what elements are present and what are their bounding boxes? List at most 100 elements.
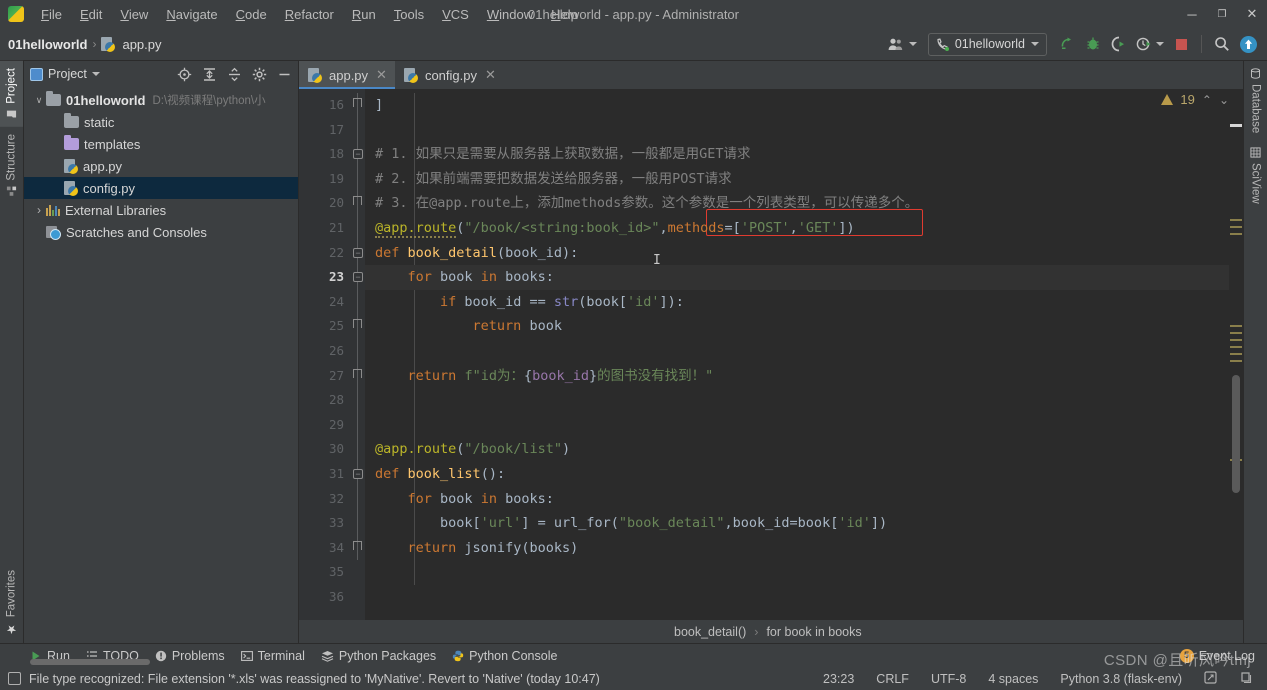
code-line[interactable]: # 3. 在@app.route上，添加methods参数。这个参数是一个列表类… [365,191,1229,216]
fold-cell[interactable] [351,289,365,315]
code-line[interactable]: def book_detail(book_id): [365,241,1229,266]
menu-item-view[interactable]: View [111,4,157,25]
fold-collapse-icon[interactable]: − [353,272,363,283]
editor-breadcrumb-item[interactable]: for book in books [766,625,861,639]
rail-item-database[interactable]: Database [1246,61,1266,140]
code-line[interactable]: ] [365,93,1229,118]
tree-node-scratches-and-consoles[interactable]: Scratches and Consoles [24,221,298,243]
code-folding-gutter[interactable]: − − − − [351,89,365,620]
tree-node-app-py[interactable]: app.py [24,155,298,177]
code-line[interactable] [365,560,1229,585]
fold-end-icon[interactable] [353,540,362,550]
twisty-icon[interactable]: › [32,203,46,217]
close-icon[interactable]: ✕ [485,67,496,83]
menu-item-window[interactable]: Window [478,4,542,25]
run-icon[interactable] [1055,32,1079,56]
git-branch-icon[interactable] [1197,670,1224,687]
code-line[interactable] [365,585,1229,610]
code-line[interactable] [365,413,1229,438]
menu-item-run[interactable]: Run [343,4,385,25]
close-icon[interactable]: ✕ [376,67,387,83]
chevron-down-icon[interactable] [91,72,100,76]
fold-cell[interactable] [351,560,365,585]
python-interpreter[interactable]: Python 3.8 (flask-env) [1053,672,1189,686]
fold-cell[interactable] [351,388,365,413]
breadcrumb-file[interactable]: app.py [122,37,161,52]
project-tree[interactable]: ∨ 01helloworld D:\视频课程\python\小 static templ… [24,87,298,643]
user-account-icon[interactable] [885,32,920,56]
twisty-icon[interactable]: ∨ [32,95,46,106]
menu-item-edit[interactable]: Edit [71,4,111,25]
code-line[interactable]: # 2. 如果前端需要把数据发送给服务器，一般用POST请求 [365,167,1229,192]
fold-cell[interactable]: − [351,265,365,290]
debug-icon[interactable] [1081,32,1105,56]
tree-node-01helloworld[interactable]: ∨ 01helloworld D:\视频课程\python\小 [24,89,298,111]
settings-gear-icon[interactable] [249,64,269,84]
fold-end-icon[interactable] [353,319,362,329]
fold-collapse-icon[interactable]: − [353,149,363,160]
bottom-tab-problems[interactable]: Problems [155,649,225,663]
code-line[interactable]: if book_id == str(book['id']): [365,290,1229,315]
fold-collapse-icon[interactable]: − [353,468,363,479]
fold-cell[interactable] [351,215,365,241]
search-icon[interactable] [1210,32,1234,56]
fold-cell[interactable] [351,535,365,561]
code-line[interactable]: for book in books: [365,265,1229,290]
run-configuration-selector[interactable]: 01helloworld [927,32,1047,56]
close-icon[interactable]: ✕ [1237,0,1267,28]
maximize-icon[interactable]: ❐ [1207,0,1237,28]
indent-setting[interactable]: 4 spaces [981,672,1045,686]
fold-cell[interactable]: − [351,461,365,487]
fold-cell[interactable] [351,191,365,216]
menu-item-code[interactable]: Code [227,4,276,25]
fold-end-icon[interactable] [353,196,362,206]
horizontal-scrollbar[interactable] [30,659,150,665]
fold-cell[interactable] [351,486,365,512]
rail-item-sciview[interactable]: SciView [1246,140,1266,211]
code-line[interactable] [365,388,1229,413]
fold-cell[interactable] [351,363,365,389]
collapse-all-icon[interactable] [224,64,244,84]
project-panel-title[interactable]: Project [30,67,100,81]
fold-cell[interactable] [351,117,365,143]
caret-position[interactable]: 23:23 [816,672,861,686]
hide-panel-icon[interactable] [274,64,294,84]
tree-node-static[interactable]: static [24,111,298,133]
code-line[interactable] [365,118,1229,143]
editor-tab-app-py[interactable]: app.py ✕ [299,61,395,89]
rail-item-favorites[interactable]: ★ Favorites [0,563,23,643]
previous-problem-icon[interactable]: ⌃ [1202,93,1212,107]
fold-collapse-icon[interactable]: − [353,247,363,258]
tree-node-external-libraries[interactable]: › External Libraries [24,199,298,221]
rail-item-structure[interactable]: Structure [0,127,23,204]
run-coverage-icon[interactable] [1107,32,1131,56]
expand-all-icon[interactable] [199,64,219,84]
code-line[interactable]: book['url'] = url_for("book_detail",book… [365,511,1229,536]
menu-item-help[interactable]: Help [542,4,587,25]
fold-cell[interactable] [351,93,365,118]
code-line[interactable]: @app.route("/book/<string:book_id>",meth… [365,216,1229,241]
tree-node-templates[interactable]: templates [24,133,298,155]
inspection-widget[interactable]: 19 ⌃ ⌄ [1161,92,1229,107]
code-line[interactable]: return f"id为：{book_id}的图书没有找到！" [365,364,1229,389]
fold-cell[interactable] [351,511,365,536]
code-line[interactable]: return jsonify(books) [365,536,1229,561]
editor-scrollbar[interactable] [1229,89,1243,620]
editor-breadcrumbs[interactable]: book_detail() › for book in books [299,620,1243,643]
menu-item-file[interactable]: File [32,4,71,25]
fold-cell[interactable] [351,338,365,364]
event-log-button[interactable]: 5 Event Log [1179,648,1267,663]
fold-cell[interactable] [351,437,365,462]
code-line[interactable]: for book in books: [365,487,1229,512]
tree-node-config-py[interactable]: config.py [24,177,298,199]
bottom-tab-terminal[interactable]: Terminal [240,649,305,663]
code-line[interactable]: @app.route("/book/list") [365,437,1229,462]
code-line[interactable]: def book_list(): [365,462,1229,487]
fold-cell[interactable] [351,314,365,339]
rail-item-project[interactable]: Project [0,61,23,127]
update-project-icon[interactable] [1236,32,1261,56]
bottom-tab-python-packages[interactable]: Python Packages [321,649,436,663]
code-line[interactable] [365,339,1229,364]
bottom-tab-python-console[interactable]: Python Console [452,649,557,663]
notifications-icon[interactable] [1232,671,1259,687]
